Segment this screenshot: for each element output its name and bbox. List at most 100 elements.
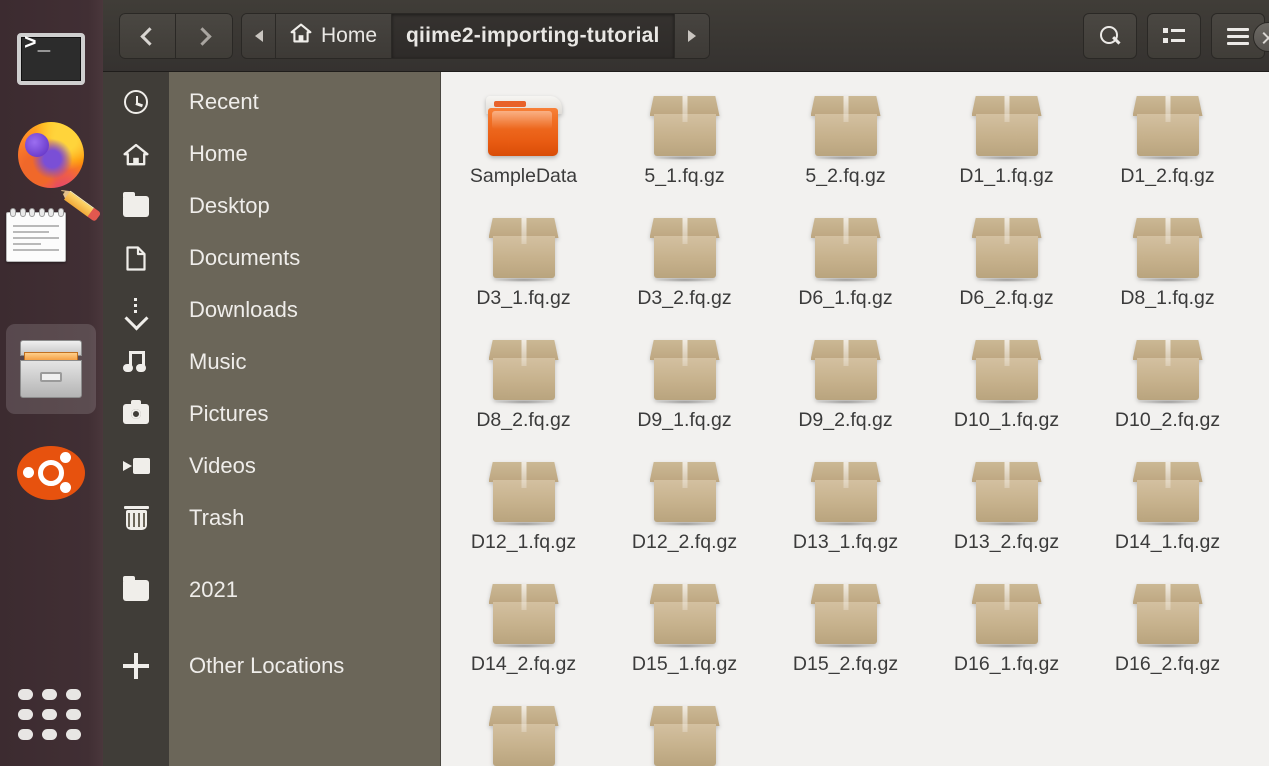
archive-icon [487, 702, 561, 766]
file-item[interactable]: D10_2.fq.gz [1087, 330, 1248, 452]
archive-icon [1131, 214, 1205, 282]
file-item[interactable]: D16_1.fq.gz [926, 574, 1087, 696]
pathbar-scroll-left-button[interactable] [242, 14, 276, 58]
sidebar-item-home[interactable]: Home [103, 128, 441, 180]
folder-icon [103, 180, 169, 232]
file-item[interactable]: D8_1.fq.gz [1087, 208, 1248, 330]
music-icon [103, 336, 169, 388]
file-label: D1_2.fq.gz [1120, 165, 1215, 187]
dock-item-ubuntu-software[interactable] [6, 428, 96, 518]
archive-icon [970, 336, 1044, 404]
file-item[interactable]: D16_2.fq.gz [1087, 574, 1248, 696]
show-applications-button[interactable] [18, 689, 81, 740]
file-item[interactable]: D14_1.fq.gz [1087, 452, 1248, 574]
breadcrumb: Home qiime2-importing-tutorial [241, 13, 710, 59]
file-item[interactable]: D13_2.fq.gz [926, 452, 1087, 574]
sidebar-item-label: Other Locations [189, 653, 345, 678]
file-item[interactable]: 5_2.fq.gz [765, 86, 926, 208]
archive-icon [809, 580, 883, 648]
clock-icon [103, 76, 169, 128]
file-list-view[interactable]: SampleData 5_1.fq.gz 5_2.fq.gz D1_1.fq.gz D1… [442, 72, 1269, 766]
search-button[interactable] [1083, 13, 1137, 59]
file-item[interactable]: D12_2.fq.gz [604, 452, 765, 574]
file-label: D12_2.fq.gz [631, 531, 738, 553]
places-sidebar: Recent Home Desktop Documents Downloads … [103, 72, 441, 766]
back-button[interactable] [119, 13, 176, 59]
sidebar-item-label: Music [189, 349, 247, 374]
file-item[interactable]: D15_1.fq.gz [604, 574, 765, 696]
firefox-icon [18, 122, 84, 188]
file-item[interactable]: D3_2.fq.gz [604, 208, 765, 330]
trash-icon [103, 492, 169, 544]
file-item[interactable]: D13_1.fq.gz [765, 452, 926, 574]
sidebar-item-documents[interactable]: Documents [103, 232, 441, 284]
archive-icon [648, 580, 722, 648]
file-item[interactable]: D10_1.fq.gz [926, 330, 1087, 452]
dock-item-terminal[interactable] [6, 14, 96, 104]
sidebar-item-pictures[interactable]: Pictures [103, 388, 441, 440]
file-label: D13_2.fq.gz [953, 531, 1060, 553]
file-item[interactable]: D12_1.fq.gz [443, 452, 604, 574]
desktop-screen: Home qiime2-importing-tutorial [0, 0, 1269, 766]
file-item[interactable]: D6_1.fq.gz [765, 208, 926, 330]
breadcrumb-segment-label: qiime2-importing-tutorial [406, 24, 660, 47]
breadcrumb-segment-current[interactable]: qiime2-importing-tutorial [392, 14, 675, 58]
archive-icon [970, 214, 1044, 282]
view-toggle-button[interactable] [1147, 13, 1201, 59]
pathbar-scroll-right-button[interactable] [674, 14, 709, 58]
folder-icon [484, 92, 564, 160]
sidebar-item-videos[interactable]: Videos [103, 440, 441, 492]
navigation-buttons [119, 13, 233, 59]
icon-grid: SampleData 5_1.fq.gz 5_2.fq.gz D1_1.fq.gz D1… [442, 72, 1269, 766]
file-item[interactable] [604, 696, 765, 766]
sidebar-item-recent[interactable]: Recent [103, 76, 441, 128]
dock-item-firefox[interactable] [6, 110, 96, 200]
file-item[interactable] [443, 696, 604, 766]
plus-icon [103, 640, 169, 692]
sidebar-item-music[interactable]: Music [103, 336, 441, 388]
file-label: D14_1.fq.gz [1114, 531, 1221, 553]
sidebar-item-other-locations[interactable]: Other Locations [103, 640, 441, 692]
file-item[interactable]: D6_2.fq.gz [926, 208, 1087, 330]
archive-icon [648, 458, 722, 526]
file-item[interactable]: D3_1.fq.gz [443, 208, 604, 330]
header-actions [1083, 13, 1265, 59]
triangle-right-icon [687, 30, 696, 42]
camera-icon [103, 388, 169, 440]
file-item[interactable]: D9_1.fq.gz [604, 330, 765, 452]
sidebar-item-2021[interactable]: 2021 [103, 564, 441, 616]
file-item[interactable]: 5_1.fq.gz [604, 86, 765, 208]
file-label: D10_2.fq.gz [1114, 409, 1221, 431]
sidebar-item-trash[interactable]: Trash [103, 492, 441, 544]
file-item[interactable]: D8_2.fq.gz [443, 330, 604, 452]
file-item[interactable]: D14_2.fq.gz [443, 574, 604, 696]
archive-icon [809, 214, 883, 282]
header-bar: Home qiime2-importing-tutorial [103, 0, 1269, 72]
chevron-left-icon [140, 26, 159, 46]
file-label: D13_1.fq.gz [792, 531, 899, 553]
sidebar-item-downloads[interactable]: Downloads [103, 284, 441, 336]
sidebar-item-label: Desktop [189, 193, 270, 218]
archive-icon [970, 92, 1044, 160]
file-label: D9_1.fq.gz [637, 409, 732, 431]
terminal-icon [17, 33, 85, 85]
sidebar-item-desktop[interactable]: Desktop [103, 180, 441, 232]
dock-item-files[interactable] [6, 324, 96, 414]
file-item[interactable]: D9_2.fq.gz [765, 330, 926, 452]
ubuntu-dock [0, 0, 103, 766]
dock-item-text-editor[interactable] [6, 186, 102, 296]
archive-icon [809, 336, 883, 404]
forward-button[interactable] [176, 13, 233, 59]
file-label: D16_2.fq.gz [1114, 653, 1221, 675]
file-item[interactable]: D15_2.fq.gz [765, 574, 926, 696]
sidebar-item-label: Videos [189, 453, 256, 478]
archive-icon [970, 458, 1044, 526]
breadcrumb-segment-home[interactable]: Home [276, 14, 393, 58]
file-item[interactable]: D1_2.fq.gz [1087, 86, 1248, 208]
files-icon [18, 340, 84, 398]
archive-icon [1131, 92, 1205, 160]
file-item[interactable]: D1_1.fq.gz [926, 86, 1087, 208]
folder-item[interactable]: SampleData [443, 86, 604, 208]
sidebar-item-label: Pictures [189, 401, 269, 426]
sidebar-item-label: Downloads [189, 297, 298, 322]
